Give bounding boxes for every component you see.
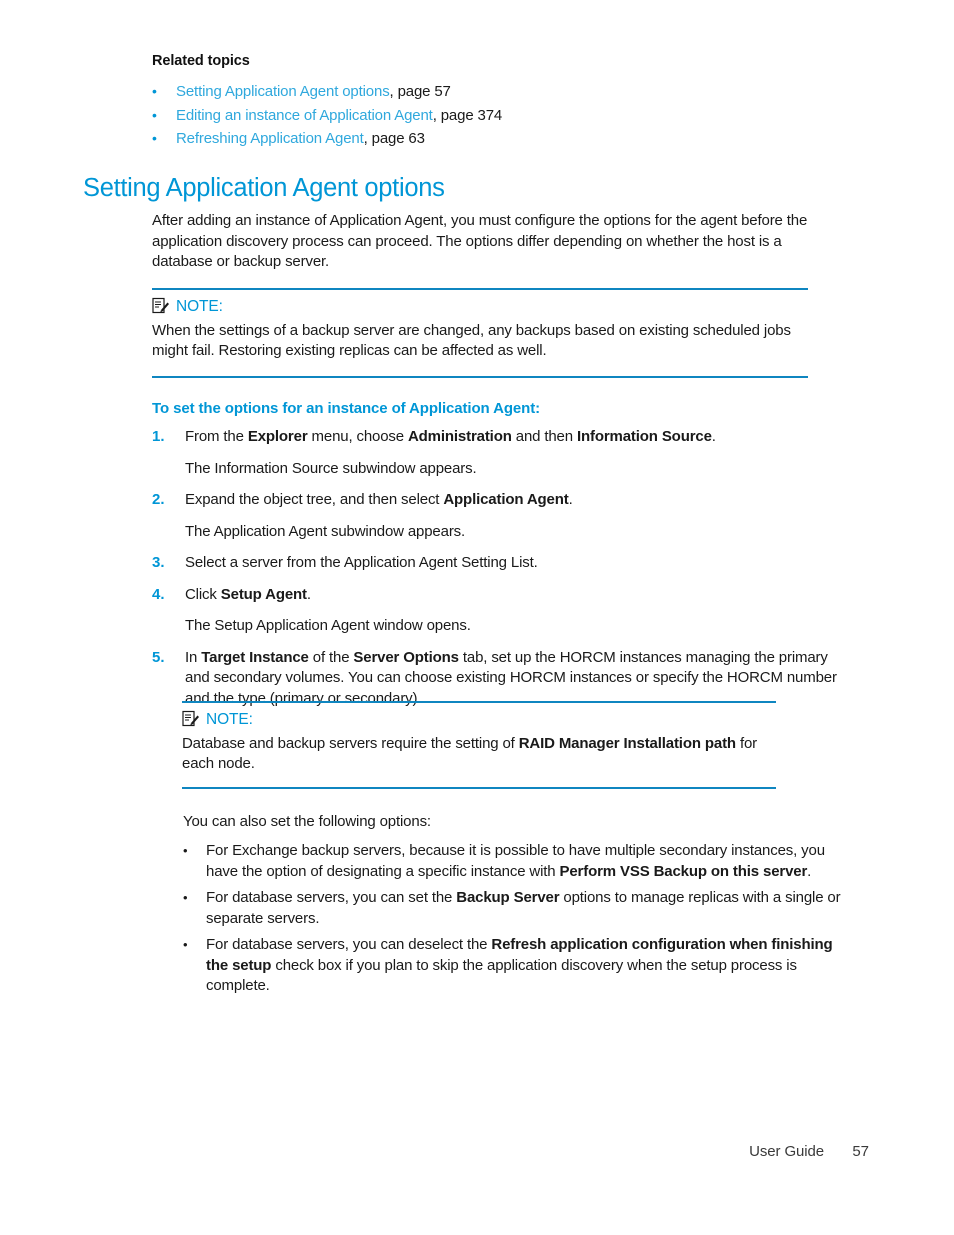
step-result-text: The Setup Application Agent window opens… <box>185 617 471 634</box>
note-pencil-icon <box>182 710 200 727</box>
related-topic-link[interactable]: Editing an instance of Application Agent <box>176 107 433 124</box>
note-label: NOTE: <box>176 297 223 315</box>
step-number: 2. <box>152 491 165 508</box>
step-number: 3. <box>152 554 165 571</box>
procedure-steps: 1. From the Explorer menu, choose Adminis… <box>152 427 852 720</box>
note-body: When the settings of a backup server are… <box>152 321 791 360</box>
body-text: Expand the object tree, and then select <box>185 491 444 508</box>
footer-page-number: 57 <box>852 1143 869 1160</box>
note-header: NOTE: <box>152 298 808 316</box>
option-list-item: • For Exchange backup servers, because it… <box>183 841 843 882</box>
bullet-icon: • <box>152 83 157 99</box>
body-text: . <box>568 491 573 508</box>
related-topic-page-ref: , page 374 <box>432 106 503 124</box>
emphasis-text: Administration <box>407 428 512 445</box>
related-topic-line: Refreshing Application Agent, page 63 <box>176 127 425 151</box>
options-intro: You can also set the following options: <box>183 813 431 830</box>
step-text: Click Setup Agent. <box>185 585 852 606</box>
step-text: Select a server from the Application Age… <box>185 553 852 574</box>
page-footer: User Guide 57 <box>0 1143 954 1167</box>
body-text: In <box>185 648 202 666</box>
body-text: menu, choose <box>307 428 408 445</box>
emphasis-text: Perform VSS Backup on this server <box>559 862 808 880</box>
note-header: NOTE: <box>182 711 776 729</box>
body-text: . <box>711 428 716 445</box>
procedure-step: 4. Click Setup Agent. <box>152 585 852 606</box>
document-page: Related topics • Setting Application Agen… <box>0 0 954 1235</box>
body-text: of the <box>308 648 354 666</box>
procedure-step: 3. Select a server from the Application A… <box>152 553 852 574</box>
emphasis-text: Target Instance <box>201 648 309 666</box>
body-text: and then <box>511 428 577 445</box>
body-text: From the <box>185 428 248 445</box>
related-topic-page-ref: , page 63 <box>363 130 425 147</box>
step-number: 1. <box>152 428 165 445</box>
emphasis-text: RAID Manager Installation path <box>518 734 736 752</box>
related-topics-heading: Related topics <box>152 53 250 69</box>
option-text: For database servers, you can deselect t… <box>206 935 843 997</box>
note-pencil-icon <box>152 297 170 314</box>
related-topic-link[interactable]: Setting Application Agent options <box>176 83 390 100</box>
emphasis-text: Setup Agent <box>220 585 307 603</box>
note-label: NOTE: <box>206 710 253 728</box>
bullet-icon: • <box>183 937 188 952</box>
note-body: Database and backup servers require the … <box>182 734 772 775</box>
option-text: For database servers, you can set the Ba… <box>206 888 843 929</box>
note-top-rule <box>182 701 776 703</box>
bullet-icon: • <box>152 130 157 146</box>
procedure-step: 1. From the Explorer menu, choose Adminis… <box>152 427 852 448</box>
procedure-heading: To set the options for an instance of Ap… <box>152 400 541 417</box>
bullet-icon: • <box>183 843 188 858</box>
related-topics-list: • Setting Application Agent options, page… <box>152 80 852 151</box>
step-result-text: The Application Agent subwindow appears. <box>185 522 466 540</box>
related-topic-page-ref: , page 57 <box>389 83 451 100</box>
body-text: check box if you plan to skip the applic… <box>206 956 797 995</box>
note-box-1: NOTE: When the settings of a backup serv… <box>152 288 808 378</box>
step-text: Expand the object tree, and then select … <box>185 490 852 511</box>
related-topic-item: • Refreshing Application Agent, page 63 <box>152 127 852 151</box>
body-text: For database servers, you can deselect t… <box>206 936 492 953</box>
emphasis-text: Backup Server <box>456 889 560 906</box>
footer-guide-label: User Guide <box>749 1143 824 1160</box>
related-topic-link[interactable]: Refreshing Application Agent <box>176 130 364 147</box>
emphasis-text: Explorer <box>247 428 308 445</box>
bullet-icon: • <box>152 106 157 123</box>
note-top-rule <box>152 288 808 290</box>
page-title: Setting Application Agent options <box>83 174 445 202</box>
body-text: Select a server from the Application Age… <box>185 554 538 571</box>
options-list: • For Exchange backup servers, because it… <box>183 841 843 1003</box>
option-list-item: • For database servers, you can deselect … <box>183 935 843 997</box>
emphasis-text: Information Source <box>576 428 712 445</box>
procedure-step: 5. In Target Instance of the Server Optio… <box>152 648 852 710</box>
related-topic-line: Setting Application Agent options, page … <box>176 80 451 104</box>
body-text: Database and backup servers require the … <box>182 734 519 752</box>
step-number: 4. <box>152 585 165 603</box>
section-intro-paragraph: After adding an instance of Application … <box>152 212 808 270</box>
related-topic-item: • Editing an instance of Application Agen… <box>152 104 852 128</box>
step-text: From the Explorer menu, choose Administr… <box>185 427 852 448</box>
body-text: Click <box>185 585 221 603</box>
emphasis-text: Application Agent <box>443 491 569 508</box>
related-topic-line: Editing an instance of Application Agent… <box>176 104 502 128</box>
procedure-step: 2. Expand the object tree, and then selec… <box>152 490 852 511</box>
body-text: For database servers, you can set the <box>206 889 457 906</box>
related-topic-item: • Setting Application Agent options, page… <box>152 80 852 104</box>
note-bottom-rule <box>152 376 808 378</box>
step-result-text: The Information Source subwindow appears… <box>185 459 477 477</box>
body-text: . <box>306 585 311 603</box>
bullet-icon: • <box>183 890 188 905</box>
step-text: In Target Instance of the Server Options… <box>185 648 852 710</box>
body-text: . <box>807 862 812 880</box>
option-list-item: • For database servers, you can set the B… <box>183 888 843 929</box>
emphasis-text: Server Options <box>353 648 459 666</box>
step-number: 5. <box>152 648 165 666</box>
note-box-2: NOTE: Database and backup servers requir… <box>182 701 776 789</box>
option-text: For Exchange backup servers, because it … <box>206 841 843 882</box>
note-bottom-rule <box>182 787 776 789</box>
